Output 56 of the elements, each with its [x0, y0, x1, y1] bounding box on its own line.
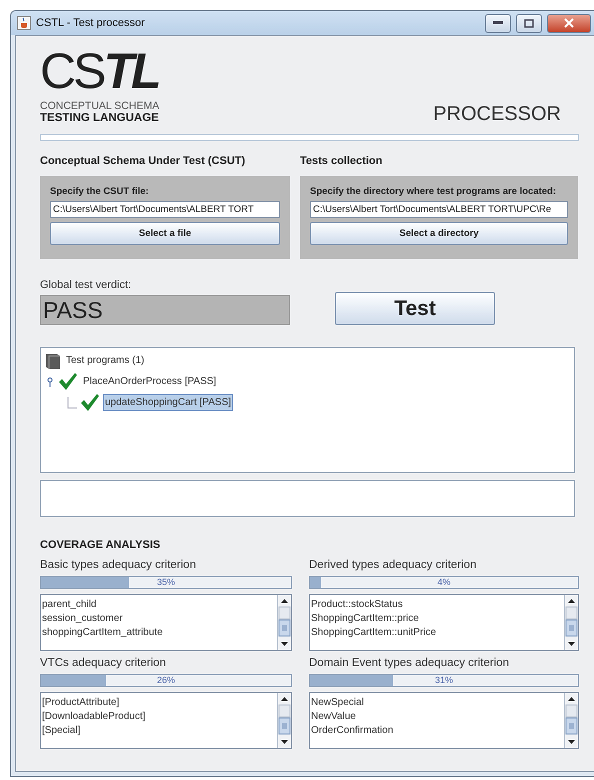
path-field[interactable]: C:\Users\Albert Tort\Documents\ALBERT TORT — [50, 201, 280, 218]
list-item[interactable]: Product::stockStatus — [310, 598, 564, 612]
list-item[interactable]: ShoppingCartItem::unitPrice — [310, 626, 564, 640]
coverage-reading: 31% — [434, 675, 454, 686]
list-item[interactable]: NewValue — [310, 710, 564, 724]
criterion-title: Basic types adequacy criterion — [40, 559, 197, 571]
coverage-reading: 26% — [156, 675, 176, 686]
criterion-title: Domain Event types adequacy criterion — [309, 657, 510, 669]
close-icon — [564, 18, 574, 28]
expand-handle-icon[interactable] — [45, 376, 55, 386]
list-item[interactable]: [DownloadableProduct] — [41, 710, 277, 724]
scrollbar[interactable] — [277, 595, 291, 650]
list-item[interactable]: [ProductAttribute] — [41, 696, 277, 710]
list-item[interactable]: OrderConfirmation — [310, 724, 564, 738]
select-directory-button[interactable]: Select a directory — [310, 222, 568, 245]
section-title: Tests collection — [300, 155, 384, 167]
scrollbar[interactable] — [277, 693, 291, 748]
test-button[interactable]: Test — [335, 292, 495, 325]
criterion-title: VTCs adequacy criterion — [40, 657, 167, 669]
list-item[interactable]: [Special] — [41, 724, 277, 738]
checkmark-icon — [58, 372, 78, 391]
field-label: Specify the CSUT file: — [50, 186, 150, 197]
maximize-button[interactable] — [516, 14, 542, 32]
tree-connector-icon — [67, 396, 77, 408]
criterion-title: Derived types adequacy criterion — [309, 559, 478, 571]
list-item[interactable]: session_customer — [41, 612, 277, 626]
book-icon — [45, 352, 61, 370]
logo-subtitle: CONCEPTUAL SCHEMA — [40, 100, 160, 112]
verdict-label: Global test verdict: — [40, 279, 132, 291]
close-button[interactable] — [547, 14, 591, 32]
select-file-button[interactable]: Select a file — [50, 222, 280, 245]
tree-item[interactable]: Test programs (1) — [64, 352, 146, 369]
java-cup-icon — [17, 16, 31, 30]
verdict-field: PASS — [40, 295, 290, 325]
page-heading: PROCESSOR — [433, 103, 561, 126]
minimize-button[interactable] — [485, 14, 511, 32]
logo-mark: CSTL — [40, 48, 160, 94]
logo-subtitle: TESTING LANGUAGE — [40, 112, 160, 124]
minimize-icon — [493, 21, 503, 25]
scrollbar[interactable] — [564, 595, 578, 650]
coverage-reading: 35% — [156, 577, 176, 588]
scrollbar[interactable] — [564, 693, 578, 748]
tree-item[interactable]: PlaceAnOrderProcess [PASS] — [81, 373, 218, 390]
path-field[interactable]: C:\Users\Albert Tort\Documents\ALBERT TORT\UPC\Re — [310, 201, 568, 218]
list-item[interactable]: parent_child — [41, 598, 277, 612]
section-title: COVERAGE ANALYSIS — [40, 539, 162, 551]
tree-item[interactable]: updateShoppingCart [PASS] — [103, 394, 234, 411]
checkmark-icon — [80, 393, 100, 412]
window-title: CSTL - Test processor — [36, 17, 146, 29]
list-item[interactable]: ShoppingCartItem::price — [310, 612, 564, 626]
field-label: Specify the directory where test programs are located: — [310, 186, 558, 197]
coverage-reading: 4% — [436, 577, 452, 588]
list-item[interactable]: NewSpecial — [310, 696, 564, 710]
maximize-icon — [524, 18, 534, 28]
section-title: Conceptual Schema Under Test (CSUT) — [40, 155, 246, 167]
list-item[interactable]: shoppingCartItem_attribute — [41, 626, 277, 640]
